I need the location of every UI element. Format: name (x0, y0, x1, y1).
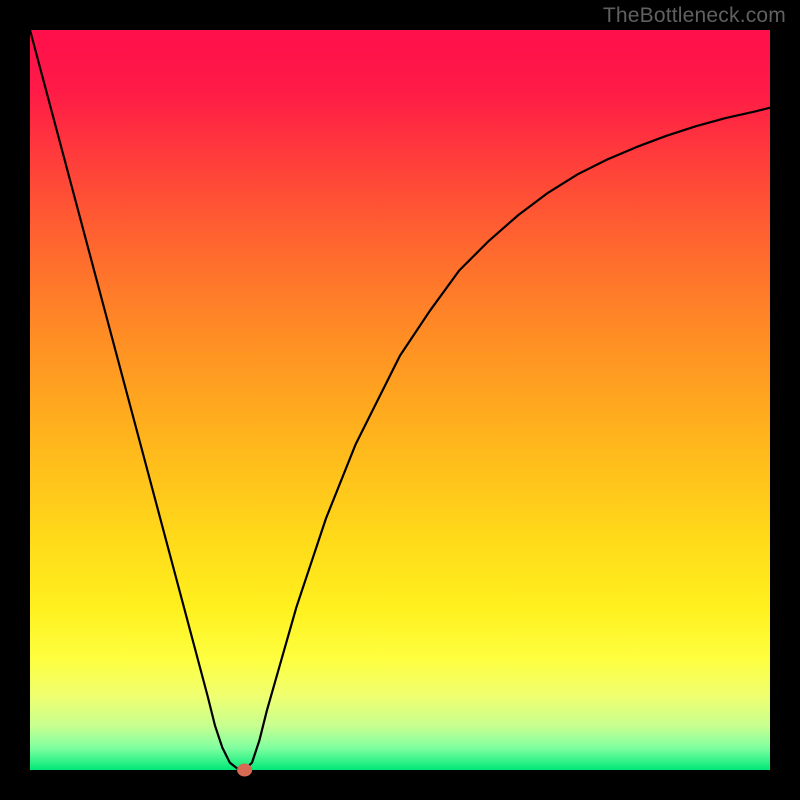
chart-canvas (0, 0, 800, 800)
optimal-point-marker (238, 764, 252, 776)
bottleneck-chart: TheBottleneck.com (0, 0, 800, 800)
plot-background (30, 30, 770, 770)
watermark-text: TheBottleneck.com (603, 4, 786, 28)
